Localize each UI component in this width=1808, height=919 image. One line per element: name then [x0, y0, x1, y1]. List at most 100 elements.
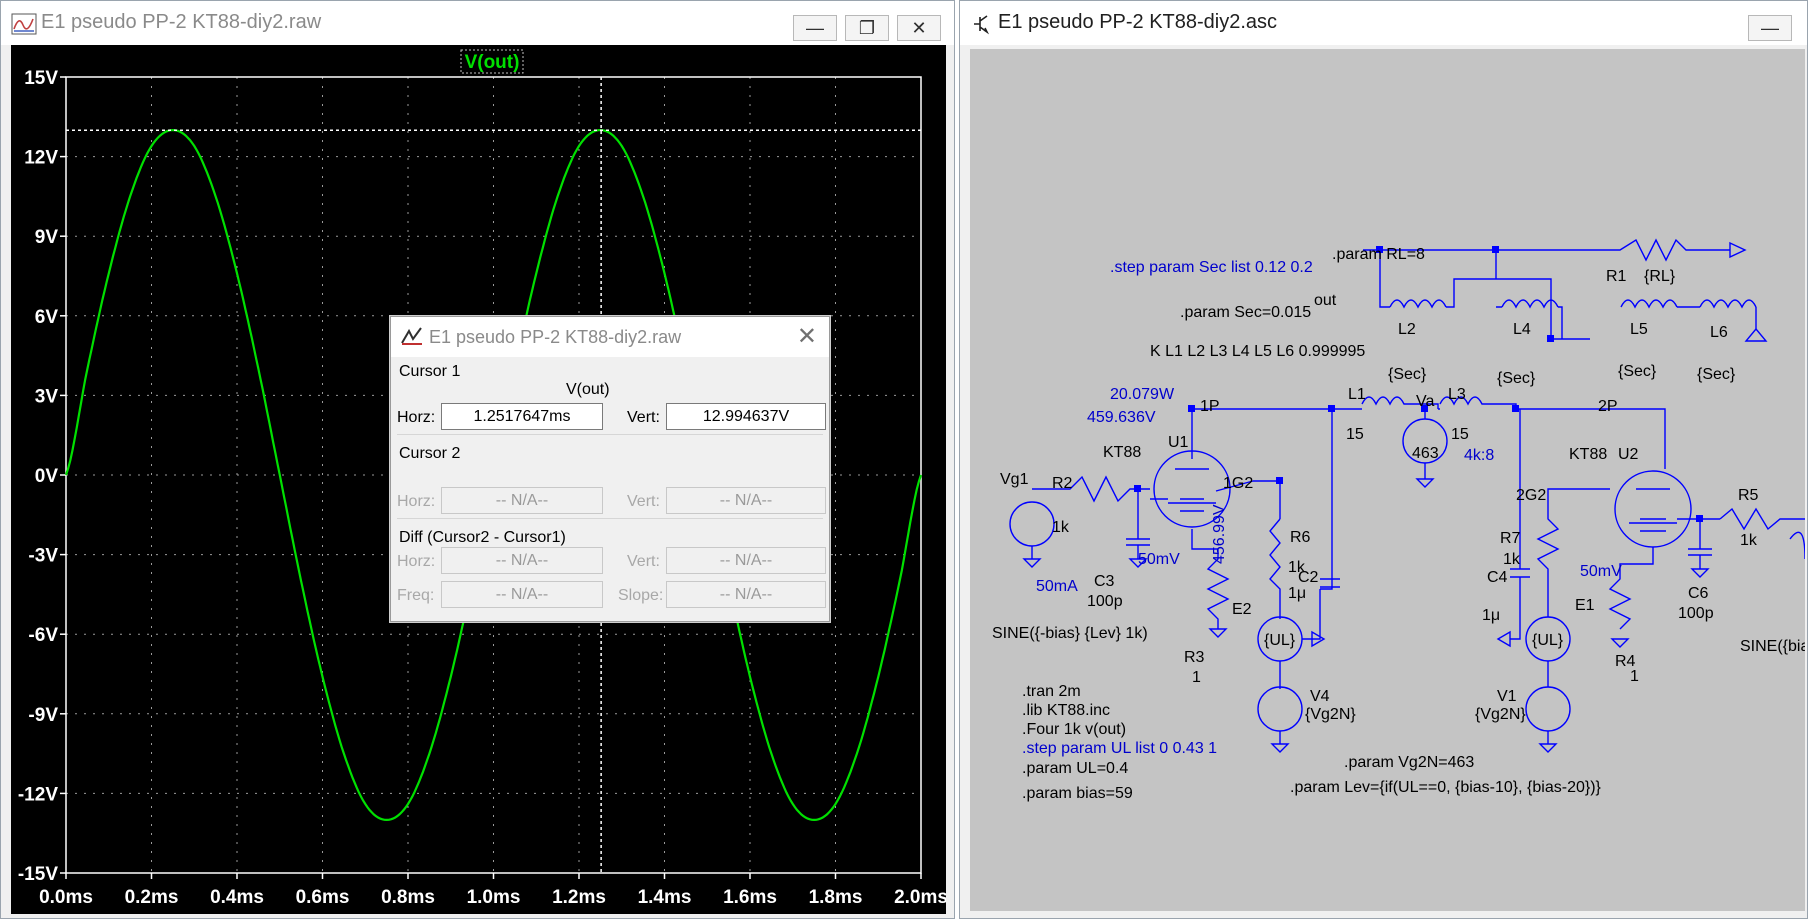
schematic-window[interactable]: E1 pseudo PP-2 KT88-diy2.asc — .step par… — [959, 0, 1808, 919]
y-tick-label: 12V — [24, 148, 58, 169]
label-l2-value: {Sec} — [1388, 366, 1427, 383]
minimize-icon: — — [806, 17, 824, 38]
directive-step-ul[interactable]: .step param UL list 0 0.43 1 — [1022, 740, 1217, 757]
label-2p: 2P — [1598, 398, 1618, 415]
x-tick-label: 1.6ms — [723, 887, 777, 908]
dialog-close-icon[interactable]: ✕ — [797, 322, 817, 351]
schematic-minimize-button[interactable]: — — [1748, 15, 1792, 41]
separator — [397, 434, 823, 435]
directive-coupling[interactable]: K L1 L2 L3 L4 L5 L6 0.999995 — [1150, 343, 1365, 360]
cursor2-section-label: Cursor 2 — [399, 445, 461, 462]
y-tick-label: 9V — [35, 227, 59, 248]
plot-titlebar[interactable]: E1 pseudo PP-2 KT88-diy2.raw — ❐ ✕ — [1, 1, 954, 45]
trace-label[interactable]: V(out) — [465, 52, 520, 73]
label-c4-value: 1μ — [1482, 607, 1500, 624]
cursor-dialog[interactable]: E1 pseudo PP-2 KT88-diy2.raw ✕ Cursor 1 … — [390, 316, 830, 622]
directive-param-vg2n[interactable]: .param Vg2N=463 — [1344, 754, 1474, 771]
y-tick-label: -15V — [18, 864, 58, 885]
label-1g2: 1G2 — [1223, 475, 1253, 492]
schematic-window-title: E1 pseudo PP-2 KT88-diy2.asc — [998, 11, 1278, 33]
cursor1-vert-label: Vert: — [627, 409, 660, 426]
label-r5-value: 1k — [1740, 532, 1758, 549]
directive-param-sec[interactable]: .param Sec=0.015 — [1180, 304, 1311, 321]
label-e2: E2 — [1232, 601, 1252, 618]
label-r1: R1 — [1606, 268, 1627, 285]
label-l3: L3 — [1448, 386, 1466, 403]
label-v4-value: {Vg2N} — [1305, 706, 1356, 723]
cursor1-horz-field[interactable]: 1.2517647ms — [441, 403, 603, 430]
cursor2-vert-field[interactable]: -- N/A-- — [666, 487, 826, 514]
wires — [1009, 238, 1805, 753]
directive-param-rl[interactable]: .param RL=8 — [1332, 246, 1425, 263]
diff-horz-label: Horz: — [397, 553, 436, 570]
label-c3-value: 100p — [1087, 593, 1123, 610]
close-icon: ✕ — [911, 17, 927, 38]
label-c2: C2 — [1298, 569, 1319, 586]
waveform-app-icon — [11, 13, 37, 35]
directive-step-sec[interactable]: .step param Sec list 0.12 0.2 — [1110, 259, 1313, 276]
cursor1-horz-label: Horz: — [397, 409, 436, 426]
label-r6: R6 — [1290, 529, 1311, 546]
diff-slope-label: Slope: — [618, 587, 664, 604]
label-l4: L4 — [1513, 321, 1531, 338]
close-button[interactable]: ✕ — [897, 15, 941, 41]
directive-tran[interactable]: .tran 2m — [1022, 683, 1081, 700]
diff-slope-field[interactable]: -- N/A-- — [666, 581, 826, 608]
label-v4: V4 — [1310, 688, 1330, 705]
schematic-app-icon — [974, 15, 990, 35]
x-tick-label: 1.2ms — [552, 887, 606, 908]
label-sine1: SINE({-bias} {Lev} 1k) — [992, 625, 1148, 642]
label-c3: C3 — [1094, 573, 1115, 590]
x-tick-label: 0.2ms — [125, 887, 179, 908]
cursor2-horz-field[interactable]: -- N/A-- — [441, 487, 603, 514]
label-l6-value: {Sec} — [1697, 366, 1736, 383]
maximize-button[interactable]: ❐ — [845, 15, 889, 41]
diff-freq-field[interactable]: -- N/A-- — [441, 581, 603, 608]
separator — [397, 518, 823, 519]
label-r7: R7 — [1500, 530, 1521, 547]
directive-param-bias[interactable]: .param bias=59 — [1022, 785, 1133, 802]
cursor1-section-label: Cursor 1 — [399, 363, 461, 380]
label-c6: C6 — [1688, 585, 1709, 602]
schematic-drawing[interactable]: .step param Sec list 0.12 0.2 .param RL=… — [970, 49, 1805, 911]
label-r3-value: 1 — [1192, 669, 1201, 686]
directive-param-lev[interactable]: .param Lev={if(UL==0, {bias-10}, {bias-2… — [1290, 779, 1602, 796]
y-tick-label: -3V — [28, 546, 58, 567]
label-r2-value: 1k — [1052, 519, 1070, 536]
label-out: out — [1314, 292, 1337, 309]
label-l3-value: 15 — [1451, 426, 1469, 443]
label-l4-value: {Sec} — [1497, 370, 1536, 387]
cursor-dialog-titlebar[interactable]: E1 pseudo PP-2 KT88-diy2.raw ✕ — [391, 317, 829, 357]
schematic-canvas[interactable]: .step param Sec list 0.12 0.2 .param RL=… — [970, 49, 1805, 911]
cursor2-vert-label: Vert: — [627, 493, 660, 510]
label-c4: C4 — [1487, 569, 1508, 586]
label-l5: L5 — [1630, 321, 1648, 338]
label-l5-value: {Sec} — [1618, 363, 1657, 380]
label-voltage: 459.636V — [1087, 409, 1156, 426]
cursor1-vert-field[interactable]: 12.994637V — [666, 403, 826, 430]
x-tick-label: 0.6ms — [296, 887, 350, 908]
cursor-dialog-title: E1 pseudo PP-2 KT88-diy2.raw — [429, 327, 682, 347]
schematic-titlebar[interactable]: E1 pseudo PP-2 KT88-diy2.asc — — [960, 1, 1807, 45]
label-e1-value: {UL} — [1532, 632, 1564, 649]
restore-icon: ❐ — [858, 17, 876, 38]
y-tick-label: 15V — [24, 68, 58, 89]
y-tick-label: -9V — [28, 705, 58, 726]
y-tick-label: -6V — [28, 625, 58, 646]
directive-four[interactable]: .Four 1k v(out) — [1022, 721, 1126, 738]
minimize-button[interactable]: — — [793, 15, 837, 41]
diff-vert-field[interactable]: -- N/A-- — [666, 547, 826, 574]
directive-param-ul[interactable]: .param UL=0.4 — [1022, 760, 1128, 777]
label-r2: R2 — [1052, 475, 1073, 492]
diff-section-label: Diff (Cursor2 - Cursor1) — [399, 529, 566, 546]
label-l1-value: 15 — [1346, 426, 1364, 443]
label-456v: 456.99V — [1211, 504, 1228, 564]
label-kt88-2: KT88 — [1569, 446, 1607, 463]
directive-lib[interactable]: .lib KT88.inc — [1022, 702, 1110, 719]
cursor1-trace-name: V(out) — [566, 381, 610, 398]
label-v1-value: {Vg2N} — [1475, 706, 1526, 723]
diff-freq-label: Freq: — [397, 587, 435, 604]
label-c6-value: 100p — [1678, 605, 1714, 622]
diff-horz-field[interactable]: -- N/A-- — [441, 547, 603, 574]
label-r4-value: 1 — [1630, 668, 1639, 685]
